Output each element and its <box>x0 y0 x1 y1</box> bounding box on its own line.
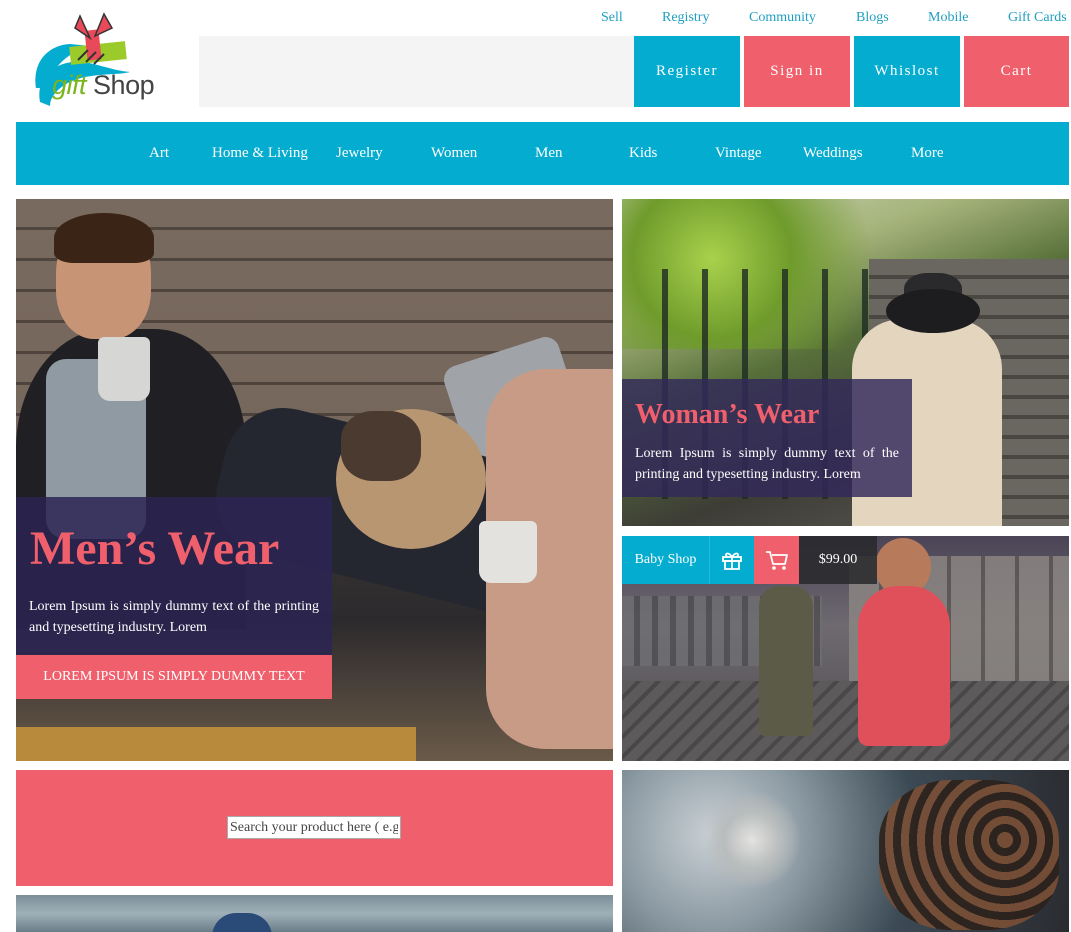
nav-item-kids[interactable]: Kids <box>629 122 657 185</box>
man-hair-image <box>54 213 154 263</box>
mug-image-2 <box>479 521 537 583</box>
nav-item-men[interactable]: Men <box>535 122 563 185</box>
nav-item-art[interactable]: Art <box>149 122 169 185</box>
top-link-registry[interactable]: Registry <box>662 10 709 26</box>
price-tag: $99.00 <box>799 536 877 584</box>
mug-image <box>98 337 150 401</box>
baby-shop-banner[interactable]: Baby Shop $99.00 <box>622 536 1069 761</box>
hat-image <box>886 289 980 333</box>
pug-face-image <box>341 411 421 481</box>
mens-wear-description: Lorem Ipsum is simply dummy text of the … <box>29 599 319 635</box>
add-to-cart-button[interactable] <box>754 536 799 584</box>
top-link-blogs[interactable]: Blogs <box>856 10 889 26</box>
womans-wear-title: Woman’s Wear <box>635 399 820 430</box>
site-logo[interactable]: gift Shop <box>30 10 180 110</box>
cobblestone-image <box>622 681 1069 761</box>
top-link-gift-cards[interactable]: Gift Cards <box>1008 10 1067 26</box>
logo-wordmark: gift Shop <box>52 70 155 101</box>
womans-wear-card: Woman’s Wear Lorem Ipsum is simply dummy… <box>622 379 912 497</box>
sign-in-button[interactable]: Sign in <box>744 36 850 107</box>
top-link-community[interactable]: Community <box>749 10 816 26</box>
nav-item-more[interactable]: More <box>911 122 944 185</box>
nav-item-home-living[interactable]: Home & Living <box>212 122 308 185</box>
header-search-area[interactable] <box>199 36 634 107</box>
boy-figure-image <box>759 586 813 736</box>
baby-shop-label[interactable]: Baby Shop <box>622 536 709 584</box>
jewelry-banner[interactable] <box>622 770 1069 932</box>
gift-icon <box>722 552 742 570</box>
nav-item-jewelry[interactable]: Jewelry <box>336 122 383 185</box>
mens-wear-title: Men’s Wear <box>30 522 280 575</box>
top-link-sell[interactable]: Sell <box>601 10 623 26</box>
cart-icon <box>765 551 788 570</box>
nav-item-weddings[interactable]: Weddings <box>803 122 863 185</box>
womans-wear-description: Lorem Ipsum is simply dummy text of the … <box>635 446 899 482</box>
register-button[interactable]: Register <box>634 36 740 107</box>
girl-figure-image <box>858 586 950 746</box>
main-nav: Art Home & Living Jewelry Women Men Kids… <box>16 122 1069 185</box>
wishlist-button[interactable]: Whislost <box>854 36 960 107</box>
mens-wear-banner[interactable]: Men’s Wear Lorem Ipsum is simply dummy t… <box>16 199 613 761</box>
shoe-image <box>212 913 272 932</box>
chain-jewelry-image <box>879 780 1059 930</box>
nav-item-vintage[interactable]: Vintage <box>715 122 762 185</box>
cart-button[interactable]: Cart <box>964 36 1069 107</box>
logo-word-gift: gift <box>52 70 87 100</box>
womans-wear-banner[interactable]: Woman’s Wear Lorem Ipsum is simply dummy… <box>622 199 1069 526</box>
table-image <box>16 727 416 761</box>
water-banner[interactable] <box>16 895 613 932</box>
mens-wear-cta-button[interactable]: LOREM IPSUM IS SIMPLY DUMMY TEXT <box>16 655 332 699</box>
nav-item-women[interactable]: Women <box>431 122 477 185</box>
fabric-pattern-image <box>702 790 802 890</box>
product-search-input[interactable] <box>227 816 401 839</box>
product-search-panel <box>16 770 613 886</box>
logo-word-shop: Shop <box>93 70 155 100</box>
gift-button[interactable] <box>709 536 754 584</box>
top-link-mobile[interactable]: Mobile <box>928 10 968 26</box>
